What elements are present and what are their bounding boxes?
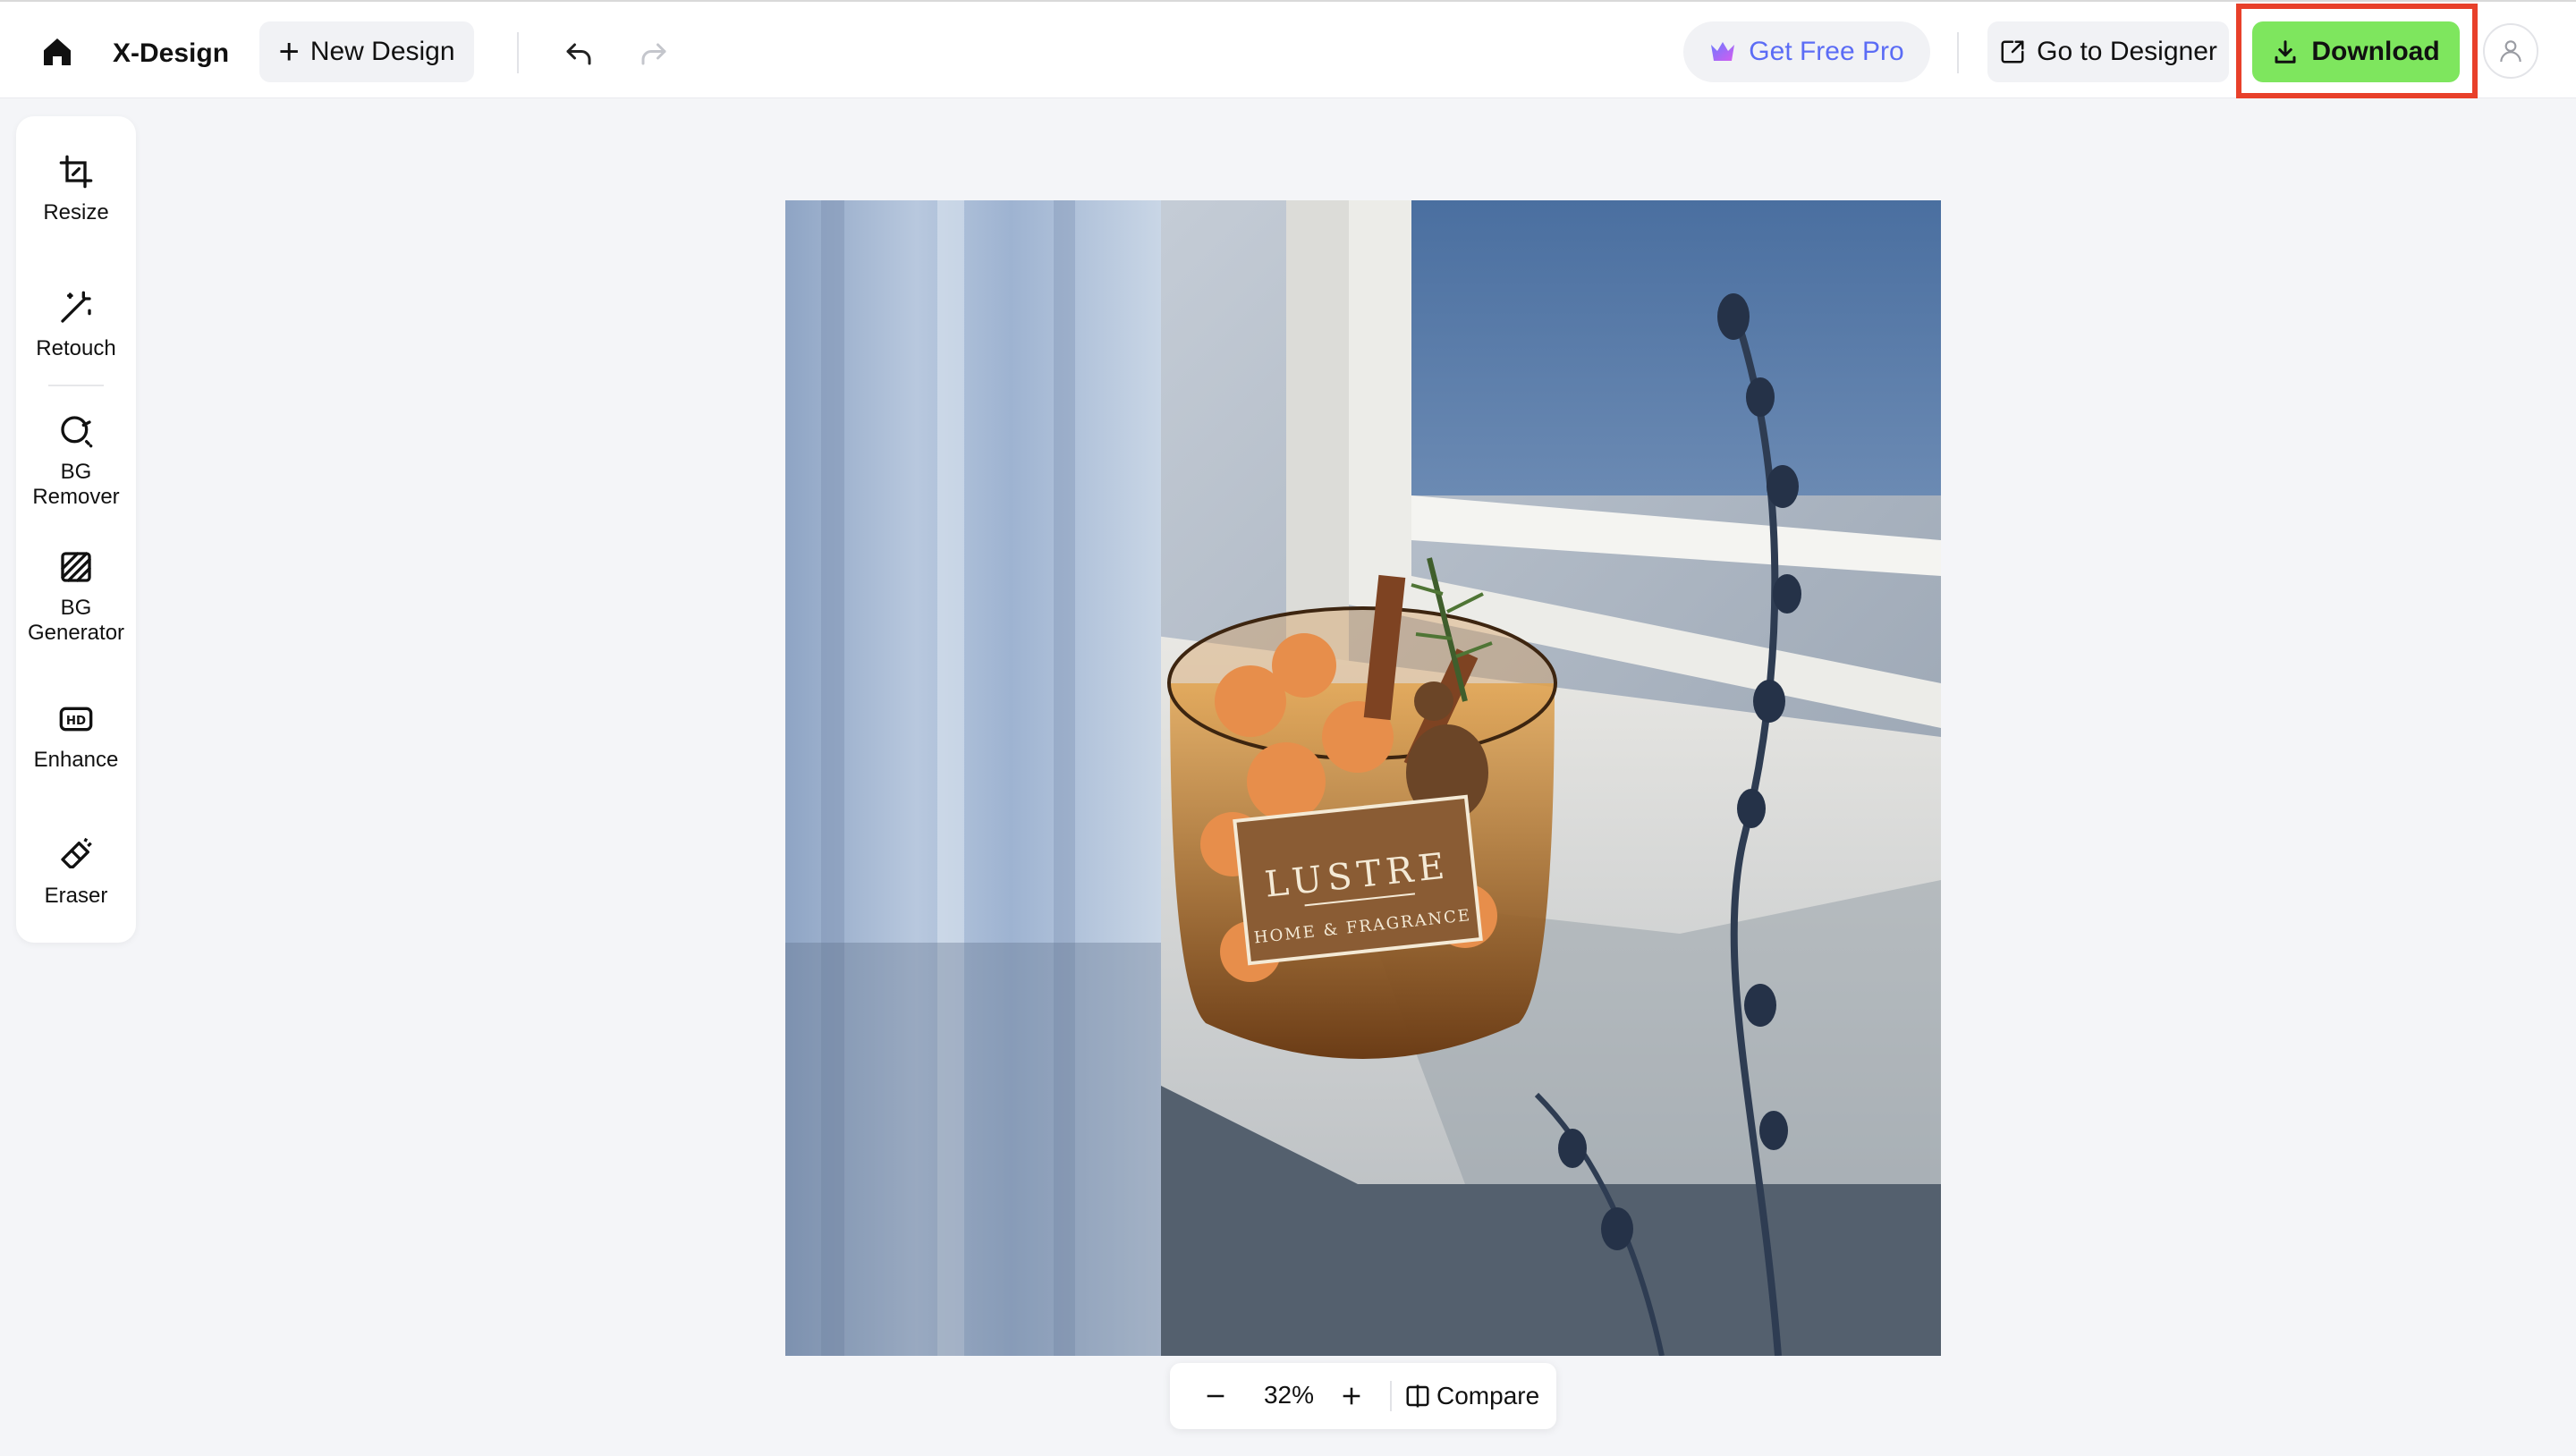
redo-icon [641, 43, 666, 65]
compare-label: Compare [1436, 1382, 1540, 1409]
tool-resize[interactable]: Resize [16, 152, 136, 225]
divider [1957, 32, 1959, 73]
bg-generator-icon [56, 547, 96, 587]
get-free-pro-label: Get Free Pro [1749, 37, 1904, 66]
divider [48, 385, 104, 386]
external-design-icon [2001, 40, 2024, 63]
magic-wand-icon [56, 288, 96, 327]
tool-panel: Resize Retouch BG Remover BG Generator H… [16, 116, 136, 943]
hd-icon: HD [56, 699, 96, 739]
download-label: Download [2311, 37, 2440, 66]
zoom-bar: 32% Compare [1170, 1363, 1556, 1429]
compare-icon [1406, 1384, 1429, 1408]
zoom-out-button[interactable] [1193, 1374, 1238, 1418]
zoom-in-button[interactable] [1329, 1374, 1374, 1418]
canvas-image[interactable]: LUSTRE HOME & FRAGRANCE [785, 200, 1941, 1356]
tool-label: BG Remover [32, 460, 120, 509]
bg-remover-icon [56, 411, 96, 451]
top-bar: X-Design + New Design Get Free Pro Go to… [0, 0, 2576, 98]
tool-label: Eraser [44, 884, 108, 908]
plus-icon [1343, 1387, 1360, 1405]
divider [517, 32, 519, 73]
tool-label: BG Generator [27, 596, 125, 645]
tool-enhance[interactable]: HD Enhance [16, 699, 136, 773]
minus-icon [1207, 1394, 1224, 1398]
tool-label: Resize [43, 200, 109, 224]
new-design-label: New Design [309, 37, 455, 66]
crown-icon [1711, 42, 1735, 61]
home-button[interactable] [34, 29, 80, 75]
go-to-designer-button[interactable]: Go to Designer [1987, 21, 2229, 82]
compare-button[interactable]: Compare [1404, 1374, 1539, 1418]
undo-button[interactable] [556, 30, 601, 75]
undo-icon [566, 43, 591, 65]
svg-text:HD: HD [66, 715, 86, 728]
user-icon [2500, 40, 2521, 63]
home-icon [44, 38, 71, 65]
crop-icon [56, 152, 96, 191]
tool-bg-remover[interactable]: BG Remover [16, 411, 136, 510]
tool-bg-generator[interactable]: BG Generator [16, 547, 136, 646]
app-title: X-Design [113, 38, 230, 68]
new-design-button[interactable]: + New Design [259, 21, 474, 82]
user-avatar[interactable] [2483, 23, 2538, 79]
product-photo: LUSTRE HOME & FRAGRANCE [785, 200, 1941, 1356]
zoom-level: 32% [1263, 1381, 1315, 1409]
plus-icon: + [278, 32, 300, 72]
tool-retouch[interactable]: Retouch [16, 288, 136, 361]
download-icon [2275, 40, 2296, 63]
get-free-pro-button[interactable]: Get Free Pro [1683, 21, 1930, 82]
tool-eraser[interactable]: Eraser [16, 835, 136, 909]
redo-button[interactable] [631, 30, 676, 75]
tool-label: Retouch [36, 336, 116, 360]
divider [1390, 1381, 1392, 1411]
tool-label: Enhance [33, 748, 119, 772]
eraser-icon [56, 835, 96, 875]
go-to-designer-label: Go to Designer [2037, 37, 2217, 66]
download-button[interactable]: Download [2252, 21, 2460, 82]
